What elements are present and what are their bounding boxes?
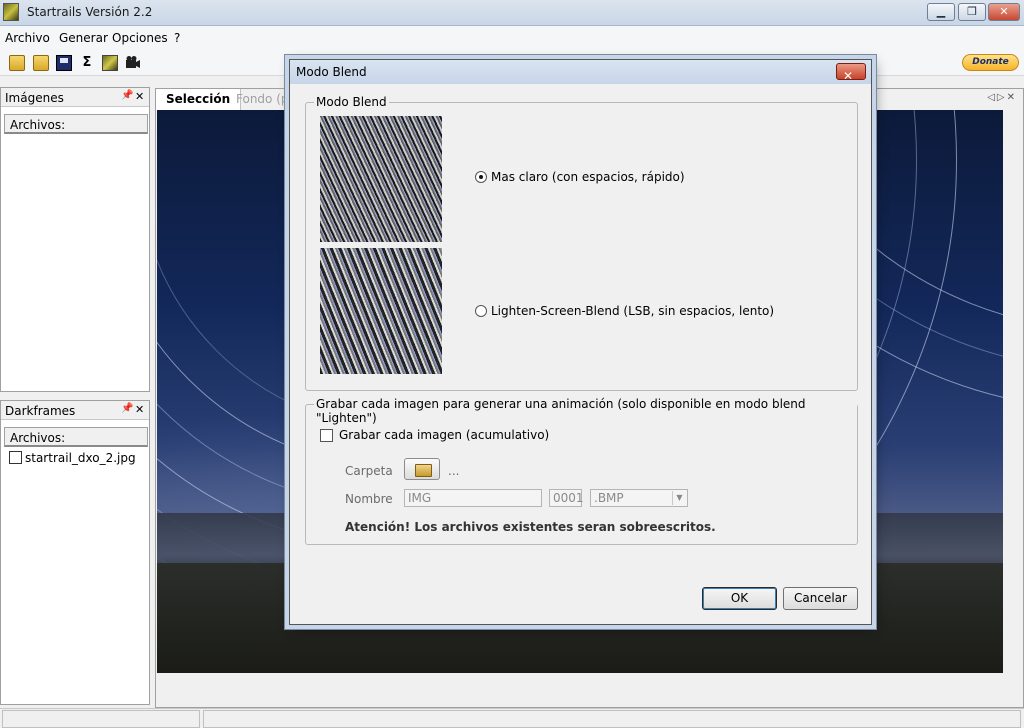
browse-folder-button[interactable] [404, 458, 440, 480]
darkframes-column-header[interactable]: Archivos: [4, 427, 148, 447]
save-icon[interactable] [56, 55, 72, 71]
blend-mode-legend: Modo Blend [314, 95, 389, 109]
images-column-header[interactable]: Archivos: [4, 114, 148, 134]
app-icon [3, 3, 19, 21]
darkframes-panel: Darkframes 📌 ✕ Archivos: startrail_dxo_2… [0, 400, 150, 705]
sum-icon[interactable]: Σ [79, 55, 95, 71]
blend-mode-group: Modo Blend Mas claro (con espacios, rápi… [305, 95, 858, 391]
chevron-down-icon: ▼ [672, 491, 686, 505]
close-icon[interactable]: ✕ [135, 403, 144, 416]
ok-button[interactable]: OK [702, 587, 777, 610]
lsb-preview-image [320, 248, 442, 374]
open-multiple-icon[interactable] [33, 55, 49, 71]
darkframes-panel-title: Darkframes [5, 404, 76, 418]
format-select[interactable]: .BMP ▼ [590, 489, 688, 507]
carpeta-label: Carpeta [345, 464, 393, 478]
images-panel: Imágenes 📌 ✕ Archivos: [0, 87, 150, 392]
menu-archivo[interactable]: Archivo [5, 31, 50, 45]
grabar-checkbox[interactable] [320, 429, 333, 442]
darkframes-column-header-label: Archivos: [10, 431, 66, 445]
open-folder-icon[interactable] [9, 55, 25, 71]
animation-group: Grabar cada imagen para generar una anim… [305, 397, 858, 545]
darkframes-panel-header: Darkframes 📌 ✕ [1, 401, 149, 420]
cancel-button[interactable]: Cancelar [783, 587, 858, 610]
pin-icon[interactable]: 📌 [121, 403, 133, 414]
dialog-close-button[interactable]: ✕ [836, 63, 866, 83]
file-checkbox[interactable] [9, 451, 22, 464]
animation-legend: Grabar cada imagen para generar una anim… [314, 397, 857, 425]
number-input[interactable]: 0001 [549, 489, 584, 507]
status-segment [2, 710, 200, 728]
file-name: startrail_dxo_2.jpg [25, 451, 136, 465]
radio-mas-claro-label[interactable]: Mas claro (con espacios, rápido) [491, 170, 685, 184]
format-select-value: .BMP [594, 491, 624, 505]
close-icon: ✕ [843, 69, 854, 83]
modo-blend-dialog: Modo Blend ✕ Modo Blend Mas claro (con e… [289, 59, 872, 625]
minimize-icon: ▁ [936, 5, 946, 18]
menu-generar[interactable]: Generar [59, 31, 108, 45]
radio-lsb-label[interactable]: Lighten-Screen-Blend (LSB, sin espacios,… [491, 304, 774, 318]
dialog-title: Modo Blend [296, 65, 367, 79]
minimize-button[interactable]: ▁ [927, 3, 955, 21]
close-window-button[interactable]: ✕ [988, 3, 1020, 21]
folder-path-value: ... [448, 464, 460, 478]
images-panel-title: Imágenes [5, 91, 64, 105]
images-panel-header: Imágenes 📌 ✕ [1, 88, 149, 107]
tab-scroll-arrows[interactable]: ◁▷✕ [987, 92, 1017, 103]
status-bar [0, 708, 1024, 728]
menu-bar: Archivo Generar Opciones ? [0, 26, 1024, 50]
name-prefix-input[interactable]: IMG [404, 489, 542, 507]
close-icon[interactable]: ✕ [135, 90, 144, 103]
restore-icon: ❐ [967, 5, 977, 18]
radio-lsb[interactable] [475, 305, 487, 317]
startrails-icon[interactable] [102, 55, 118, 71]
nombre-label: Nombre [345, 492, 393, 506]
grabar-checkbox-label[interactable]: Grabar cada imagen (acumulativo) [339, 428, 549, 442]
window-title: Startrails Versión 2.2 [27, 5, 153, 19]
menu-opciones[interactable]: Opciones [112, 31, 168, 45]
dialog-titlebar: Modo Blend ✕ [290, 60, 871, 84]
close-icon: ✕ [999, 5, 1009, 18]
window-titlebar: Startrails Versión 2.2 ▁ ❐ ✕ [0, 0, 1024, 26]
lighten-preview-image [320, 116, 442, 242]
radio-mas-claro[interactable] [475, 171, 487, 183]
donate-button[interactable]: Donate [962, 54, 1019, 71]
menu-help[interactable]: ? [174, 31, 180, 45]
list-item[interactable]: startrail_dxo_2.jpg [9, 451, 136, 465]
pin-icon[interactable]: 📌 [121, 90, 133, 101]
overwrite-warning: Atención! Los archivos existentes seran … [345, 520, 716, 534]
video-icon[interactable] [125, 55, 141, 71]
images-column-header-label: Archivos: [10, 118, 66, 132]
restore-button[interactable]: ❐ [958, 3, 986, 21]
status-segment [203, 710, 1021, 728]
